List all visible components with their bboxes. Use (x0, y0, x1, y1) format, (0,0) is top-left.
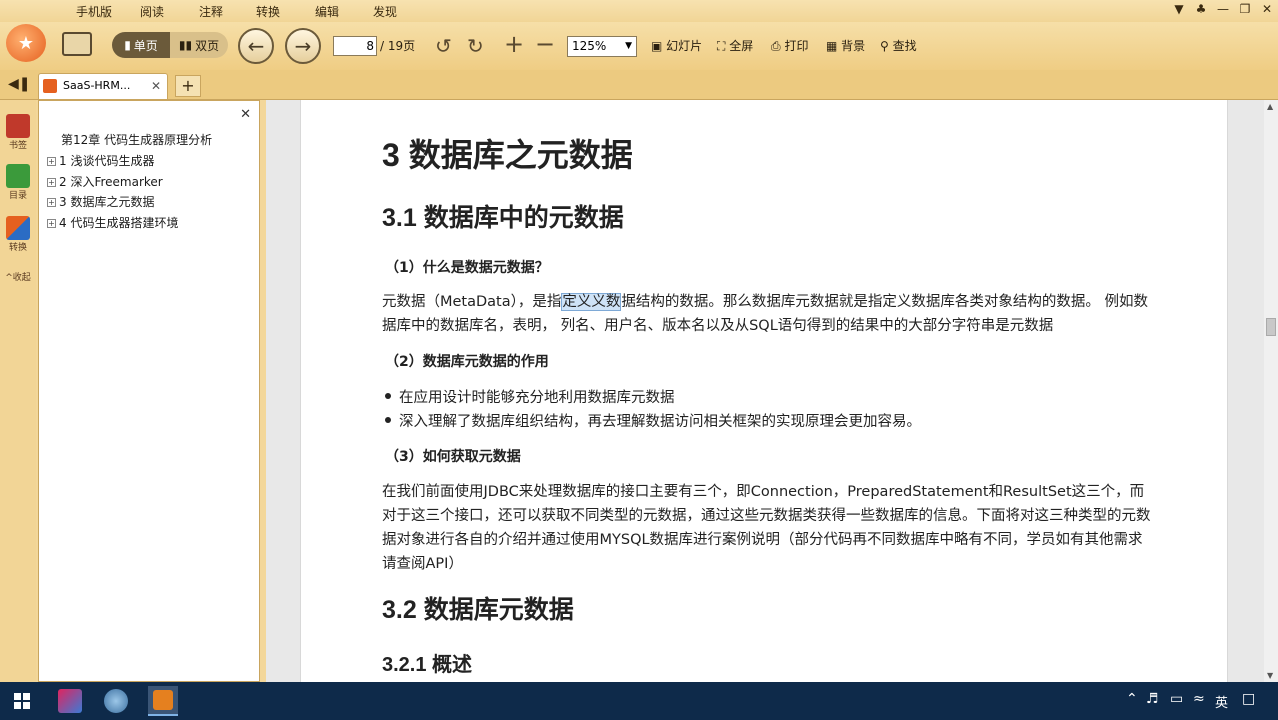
menu-bar: 手机版 阅读 注释 转换 编辑 发现 ▼ ♣ — ❐ ✕ (0, 0, 1278, 22)
subheading-how: （3）如何获取元数据 (385, 449, 521, 465)
next-page-button[interactable]: → (285, 28, 321, 64)
heading-2-metadata: 3.1 数据库中的元数据 (382, 204, 624, 232)
document-page: 3 数据库之元数据 3.1 数据库中的元数据 （1）什么是数据元数据？ 元数据（… (300, 100, 1228, 682)
heading-3-overview: 3.2.1 概述 (382, 654, 473, 676)
menu-discover[interactable]: 发现 (373, 3, 397, 20)
background-button[interactable]: ▦ 背景 (826, 37, 865, 54)
close-tab-icon[interactable]: ✕ (151, 74, 161, 98)
scroll-thumb[interactable] (1266, 318, 1276, 336)
background-icon: ▦ (826, 39, 838, 53)
intellij-icon[interactable] (58, 689, 82, 713)
zoom-in-icon[interactable]: + (504, 30, 524, 58)
back-icon[interactable]: ◀❚ (8, 76, 31, 92)
toc-item-3[interactable]: +3 数据库之元数据 (47, 193, 154, 210)
print-button[interactable]: ⎙ 打印 (771, 37, 808, 54)
convert-button[interactable]: 转换 (4, 216, 32, 253)
reader-app-icon[interactable] (148, 686, 178, 716)
page-total: / 19页 (380, 39, 416, 53)
slideshow-icon: ▣ (651, 39, 663, 53)
slideshow-button[interactable]: ▣ 幻灯片 (651, 37, 702, 54)
double-page-button[interactable]: ▮▮ 双页 (170, 32, 228, 58)
collapse-icon: ^ (5, 273, 13, 283)
skin-icon[interactable]: ♣ (1192, 2, 1210, 16)
app-logo[interactable]: ★ (6, 24, 46, 62)
menu-mobile[interactable]: 手机版 (76, 3, 112, 20)
collapse-button[interactable]: ^收起 (4, 270, 32, 283)
plus-icon: + (181, 76, 195, 95)
chevron-up-icon[interactable]: ⌃ (1126, 691, 1138, 707)
battery-icon[interactable]: ▭ (1170, 691, 1183, 707)
rotate-left-icon[interactable]: ↺ (435, 34, 452, 58)
ime-indicator[interactable]: 英 (1215, 692, 1228, 711)
toc-button[interactable]: 目录 (4, 164, 32, 201)
minimize-icon[interactable]: — (1214, 2, 1232, 16)
bookmark-button[interactable]: 书签 (4, 114, 32, 151)
arrow-right-icon: → (294, 34, 312, 58)
taskbar: ⌃ ♬ ▭ ≈ 英 □ (0, 682, 1278, 720)
prev-page-button[interactable]: ← (238, 28, 274, 64)
printer-icon: ⎙ (771, 39, 781, 53)
page-number-input[interactable] (333, 36, 377, 56)
subheading-what: （1）什么是数据元数据？ (385, 260, 549, 276)
arrow-left-icon: ← (247, 34, 265, 58)
document-tab[interactable]: SaaS-HRM... ✕ (38, 73, 168, 99)
volume-icon[interactable]: ♬ (1146, 691, 1159, 707)
fullscreen-button[interactable]: ⛶ 全屏 (717, 37, 753, 54)
search-icon: ⚲ (880, 39, 889, 53)
double-page-icon: ▮▮ (178, 38, 193, 52)
paragraph-jdbc: 在我们前面使用JDBC来处理数据库的接口主要有三个，即Connection，Pr… (382, 484, 1151, 572)
bird-app-icon[interactable] (104, 689, 128, 713)
list-item: 深入理解了数据库组织结构，再去理解数据访问相关框架的实现原理会更加容易。 (385, 410, 921, 431)
toc-item-1[interactable]: +1 浅谈代码生成器 (47, 152, 154, 169)
fullscreen-icon: ⛶ (717, 39, 726, 53)
single-page-button[interactable]: ▮ 单页 (112, 32, 170, 58)
toc-sidebar: ✕ 第12章 代码生成器原理分析 +1 浅谈代码生成器 +2 深入Freemar… (38, 100, 260, 682)
close-sidebar-icon[interactable]: ✕ (240, 107, 251, 122)
tab-bar: ◀❚ SaaS-HRM... ✕ + (0, 70, 1278, 100)
menu-convert[interactable]: 转换 (256, 3, 280, 20)
left-panel-toolbar: 书签 目录 转换 ^收起 (0, 100, 36, 685)
zoom-out-icon[interactable]: − (535, 30, 555, 58)
bookmark-icon (6, 114, 30, 138)
text-selection[interactable]: 定义义数 (561, 293, 622, 311)
toc-icon (6, 164, 30, 188)
expand-icon[interactable]: + (47, 157, 56, 166)
scroll-down-icon[interactable]: ▼ (1267, 671, 1273, 680)
toc-item-2[interactable]: +2 深入Freemarker (47, 173, 163, 190)
paragraph-metadata: 元数据（MetaData），是指定义义数据结构的数据。那么数据库元数据就是指定义… (382, 293, 1148, 334)
toc-item-4[interactable]: +4 代码生成器搭建环境 (47, 214, 178, 231)
network-icon[interactable]: ≈ (1193, 691, 1205, 707)
list-item: 在应用设计时能够充分地利用数据库元数据 (385, 386, 675, 407)
zoom-select[interactable]: 125% ▼ (567, 36, 637, 57)
toolbar: ★ ▮单页 ▮▮双页 ← → / 19页 ↺ ↻ + − 125% ▼ ▣ 幻灯… (0, 22, 1278, 70)
close-window-icon[interactable]: ✕ (1258, 2, 1276, 16)
windows-start-icon[interactable] (14, 693, 30, 709)
chevron-down-icon: ▼ (625, 41, 632, 51)
expand-icon[interactable]: + (47, 178, 56, 187)
menu-annotate[interactable]: 注释 (199, 3, 223, 20)
expand-icon[interactable]: + (47, 198, 56, 207)
heading-2-db-metadata: 3.2 数据库元数据 (382, 596, 574, 624)
menu-edit[interactable]: 编辑 (315, 3, 339, 20)
convert-word-icon (6, 216, 30, 240)
subheading-purpose: （2）数据库元数据的作用 (385, 354, 549, 370)
menu-read[interactable]: 阅读 (140, 3, 164, 20)
expand-icon[interactable]: + (47, 219, 56, 228)
single-page-icon: ▮ (124, 38, 131, 52)
notification-icon[interactable]: □ (1242, 691, 1255, 707)
open-folder-icon[interactable] (62, 32, 92, 56)
scroll-up-icon[interactable]: ▲ (1267, 102, 1273, 111)
menu-dropdown-icon[interactable]: ▼ (1170, 2, 1188, 16)
restore-icon[interactable]: ❐ (1236, 2, 1254, 16)
find-button[interactable]: ⚲ 查找 (880, 37, 917, 54)
rotate-right-icon[interactable]: ↻ (467, 34, 484, 58)
heading-1: 3 数据库之元数据 (382, 137, 633, 173)
new-tab-button[interactable]: + (175, 75, 201, 97)
vertical-scrollbar[interactable]: ▲ ▼ (1264, 100, 1278, 682)
pdf-file-icon (43, 79, 57, 93)
toc-root[interactable]: 第12章 代码生成器原理分析 (61, 131, 212, 148)
